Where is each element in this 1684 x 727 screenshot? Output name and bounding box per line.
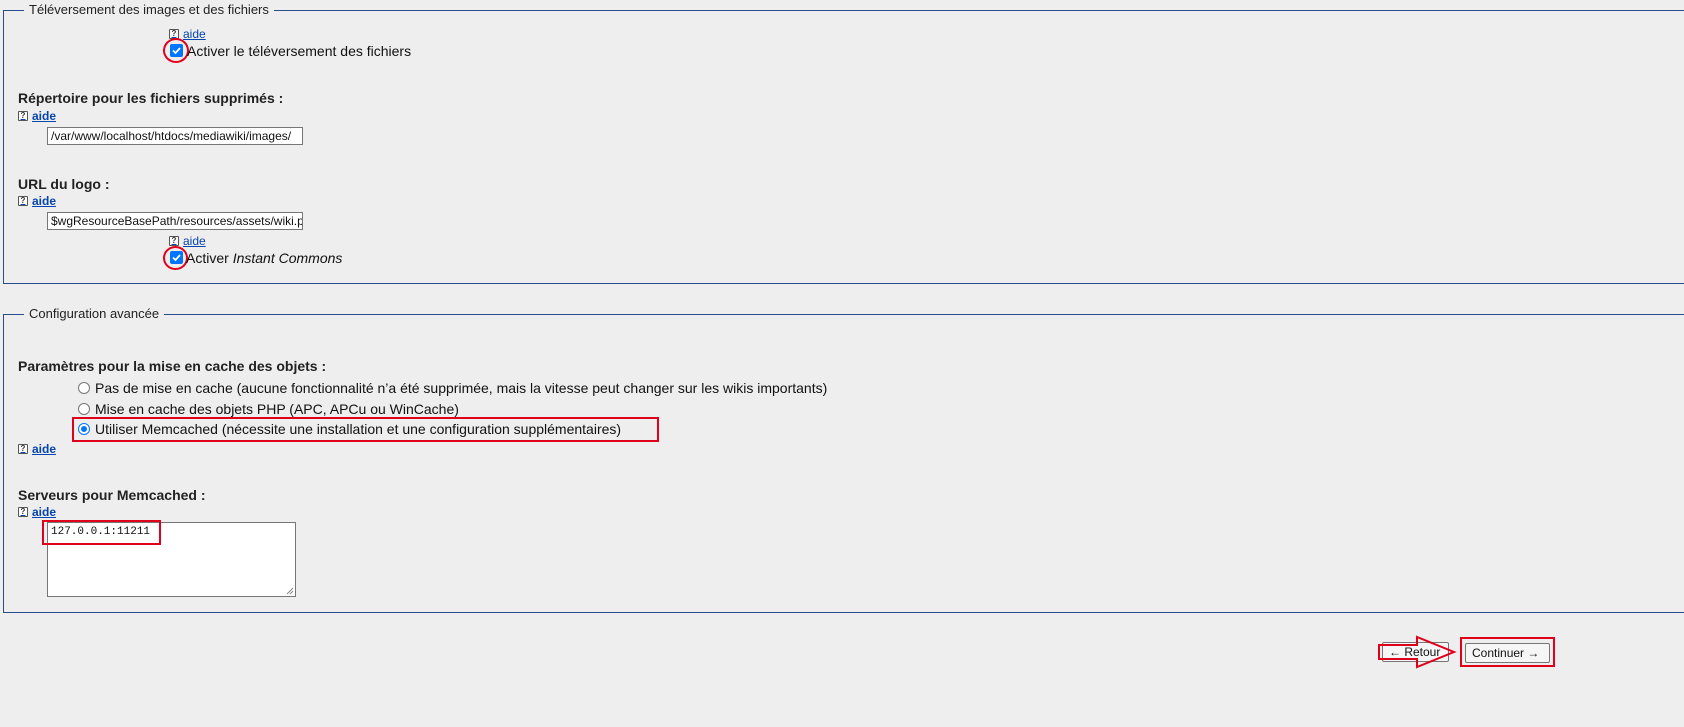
deleted-dir-label: Répertoire pour les fichiers supprimés : [18,90,284,106]
memcached-servers-label: Serveurs pour Memcached : [18,487,206,503]
help-link-deleted-dir[interactable]: ? aide [18,109,56,123]
help-link-label: aide [183,27,206,41]
resize-grip-icon[interactable] [286,587,294,595]
logo-url-label: URL du logo : [18,176,110,192]
help-link-object-cache[interactable]: ? aide [18,442,56,456]
uploads-fieldset-legend: Téléversement des images et des fichiers [24,2,274,18]
help-icon: ? [18,444,28,454]
deleted-dir-input[interactable]: /var/www/localhost/htdocs/mediawiki/imag… [47,127,303,145]
object-cache-label: Paramètres pour la mise en cache des obj… [18,358,327,374]
help-icon: ? [18,507,28,517]
memcached-servers-value: 127.0.0.1:11211 [51,526,151,538]
help-link-label: aide [32,442,57,456]
instant-commons-label-emphasis: Instant Commons [232,250,343,266]
cache-option-memcached-radio[interactable] [78,423,90,435]
back-button[interactable]: ← Retour [1382,642,1449,662]
instant-commons-checkbox[interactable] [170,251,183,264]
help-link-enable-uploads[interactable]: ? aide [169,27,206,41]
cache-option-memcached-label: Utiliser Memcached (nécessite une instal… [95,421,622,437]
help-icon: ? [169,29,179,39]
help-link-label: aide [32,194,57,208]
help-link-logo-url[interactable]: ? aide [18,194,56,208]
instant-commons-label: Activer Instant Commons [186,250,342,266]
help-link-label: aide [183,234,206,248]
help-icon: ? [169,236,179,246]
help-link-instant-commons[interactable]: ? aide [169,234,206,248]
help-icon: ? [18,111,28,121]
instant-commons-label-prefix: Activer [186,250,233,266]
advanced-fieldset-legend: Configuration avancée [24,306,165,322]
help-icon: ? [18,196,28,206]
help-link-memcached-servers[interactable]: ? aide [18,505,56,519]
help-link-label: aide [32,109,57,123]
cache-option-none-label: Pas de mise en cache (aucune fonctionnal… [95,380,828,396]
cache-option-php-radio[interactable] [78,403,90,415]
memcached-servers-textarea[interactable]: 127.0.0.1:11211 [47,522,296,597]
enable-uploads-label: Activer le téléversement des fichiers [187,43,412,59]
check-icon [172,254,181,262]
help-link-label: aide [32,505,57,519]
enable-uploads-checkbox[interactable] [170,44,183,57]
logo-url-input[interactable]: $wgResourceBasePath/resources/assets/wik… [47,212,303,230]
check-icon [172,47,181,55]
cache-option-none-radio[interactable] [78,382,90,394]
cache-option-php-label: Mise en cache des objets PHP (APC, APCu … [95,401,459,417]
continue-button[interactable]: Continuer → [1465,643,1550,663]
